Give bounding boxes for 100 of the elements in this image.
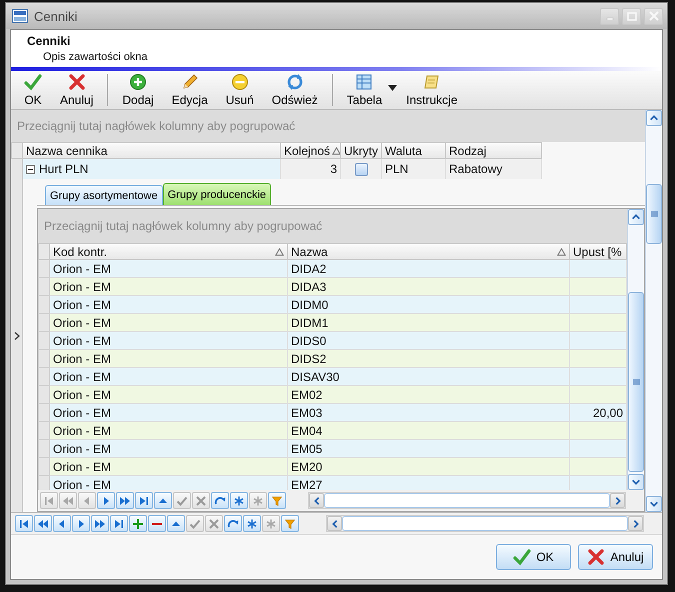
cancel-toolbar-button[interactable]: Anuluj xyxy=(51,71,102,109)
check-icon xyxy=(176,494,188,506)
column-header[interactable]: Rodzaj xyxy=(446,142,542,159)
cross-icon xyxy=(587,548,606,566)
table-cell xyxy=(570,332,627,350)
window-title: Cenniki xyxy=(34,8,78,24)
next-button[interactable] xyxy=(72,515,90,532)
table-cell: Orion - EM xyxy=(50,332,288,350)
table-toolbar-button[interactable]: Tabela xyxy=(338,71,398,109)
scroll-right-button[interactable] xyxy=(628,516,643,531)
table-cell: 20,00 xyxy=(570,404,627,422)
scroll-right-button[interactable] xyxy=(610,493,625,508)
table-cell: Orion - EM xyxy=(50,476,288,490)
cross-icon xyxy=(195,494,207,506)
table-cell: DIDS0 xyxy=(288,332,570,350)
table-cell: Orion - EM xyxy=(50,458,288,476)
add-toolbar-button[interactable]: Dodaj xyxy=(113,71,163,109)
curved-arrow-icon xyxy=(214,494,226,506)
instructions-toolbar-button[interactable]: Instrukcje xyxy=(397,71,467,109)
up-button[interactable] xyxy=(154,492,172,509)
ok-toolbar-button[interactable]: OK xyxy=(15,71,51,109)
table-cell: Orion - EM xyxy=(50,314,288,332)
last-button[interactable] xyxy=(110,515,128,532)
tab[interactable]: Grupy asortymentowe xyxy=(45,185,163,205)
scroll-up-button[interactable] xyxy=(646,110,662,126)
horizontal-scrollbar[interactable] xyxy=(326,515,644,532)
refresh-toolbar-button[interactable]: Odśwież xyxy=(262,71,327,109)
table-cell xyxy=(570,368,627,386)
plus-icon xyxy=(132,518,144,530)
table-cell xyxy=(570,314,627,332)
dropdown-caret-icon xyxy=(388,85,398,91)
next-page-button[interactable] xyxy=(116,492,134,509)
scroll-thumb[interactable] xyxy=(646,184,662,244)
delete-toolbar-button[interactable]: Usuń xyxy=(216,71,263,109)
row-indicator xyxy=(38,386,50,404)
refresh-button[interactable] xyxy=(224,515,242,532)
table-cell xyxy=(570,440,627,458)
delete-button[interactable] xyxy=(148,515,166,532)
column-header[interactable]: Nazwa xyxy=(288,243,570,260)
pencil-icon xyxy=(180,73,199,91)
asterisk-button[interactable] xyxy=(243,515,261,532)
scroll-down-button[interactable] xyxy=(628,474,644,490)
close-icon xyxy=(648,11,658,21)
scroll-left-button[interactable] xyxy=(309,493,324,508)
column-header[interactable]: Ukryty xyxy=(341,142,382,159)
table-cell: Orion - EM xyxy=(50,440,288,458)
row-indicator xyxy=(38,278,50,296)
column-header[interactable]: Nazwa cennika xyxy=(23,142,281,159)
ok-button[interactable]: OK xyxy=(496,544,571,570)
skip-end-icon xyxy=(113,518,125,530)
row-indicator xyxy=(38,422,50,440)
scroll-thumb[interactable] xyxy=(628,292,644,472)
filter-button[interactable] xyxy=(281,515,299,532)
prev-page-button[interactable] xyxy=(34,515,52,532)
cancel-button[interactable]: Anuluj xyxy=(578,544,653,570)
asterisk-button[interactable] xyxy=(230,492,248,509)
table-cell: Orion - EM xyxy=(50,422,288,440)
table-cell xyxy=(570,422,627,440)
grip-icon xyxy=(650,211,658,217)
table-cell xyxy=(570,296,627,314)
collapse-icon[interactable] xyxy=(26,164,35,174)
sort-icon xyxy=(557,248,566,256)
next-button[interactable] xyxy=(97,492,115,509)
first-button[interactable] xyxy=(15,515,33,532)
prev-button[interactable] xyxy=(53,515,71,532)
vertical-scrollbar[interactable] xyxy=(645,110,662,512)
filter-button[interactable] xyxy=(268,492,286,509)
check-icon xyxy=(189,518,201,530)
column-header[interactable]: Kolejnoś xyxy=(281,142,341,159)
add-button[interactable] xyxy=(129,515,147,532)
table-cell: DIDM0 xyxy=(288,296,570,314)
scroll-down-button[interactable] xyxy=(646,496,662,512)
tab[interactable]: Grupy producenckie xyxy=(162,183,272,205)
scroll-left-button[interactable] xyxy=(327,516,342,531)
table-cell: Orion - EM xyxy=(50,404,288,422)
asterisk-icon xyxy=(233,494,245,506)
row-indicator xyxy=(38,350,50,368)
column-header[interactable]: Waluta xyxy=(382,142,446,159)
horizontal-scrollbar[interactable] xyxy=(308,492,626,509)
scroll-thumb[interactable] xyxy=(324,493,610,508)
table-cell: EM27 xyxy=(288,476,570,490)
up-button[interactable] xyxy=(167,515,185,532)
scroll-thumb[interactable] xyxy=(342,516,628,531)
vertical-scrollbar[interactable] xyxy=(627,209,644,490)
edit-toolbar-button[interactable]: Edycja xyxy=(162,71,217,109)
table-cell: EM05 xyxy=(288,440,570,458)
column-header[interactable]: Upust [% xyxy=(570,243,627,260)
refresh-button[interactable] xyxy=(211,492,229,509)
table-cell: Orion - EM xyxy=(50,368,288,386)
grip-icon xyxy=(632,379,640,385)
scroll-up-button[interactable] xyxy=(628,209,644,225)
funnel-icon xyxy=(284,518,296,530)
last-button[interactable] xyxy=(135,492,153,509)
sort-icon xyxy=(275,248,284,256)
group-by-hint: Przeciągnij tutaj nagłówek kolumny aby pogrupować xyxy=(17,119,296,133)
hidden-checkbox[interactable] xyxy=(354,162,368,176)
table-cell: DIDA2 xyxy=(288,260,570,278)
column-header[interactable]: Kod kontr. xyxy=(50,243,288,260)
next-page-button[interactable] xyxy=(91,515,109,532)
row-indicator xyxy=(38,314,50,332)
